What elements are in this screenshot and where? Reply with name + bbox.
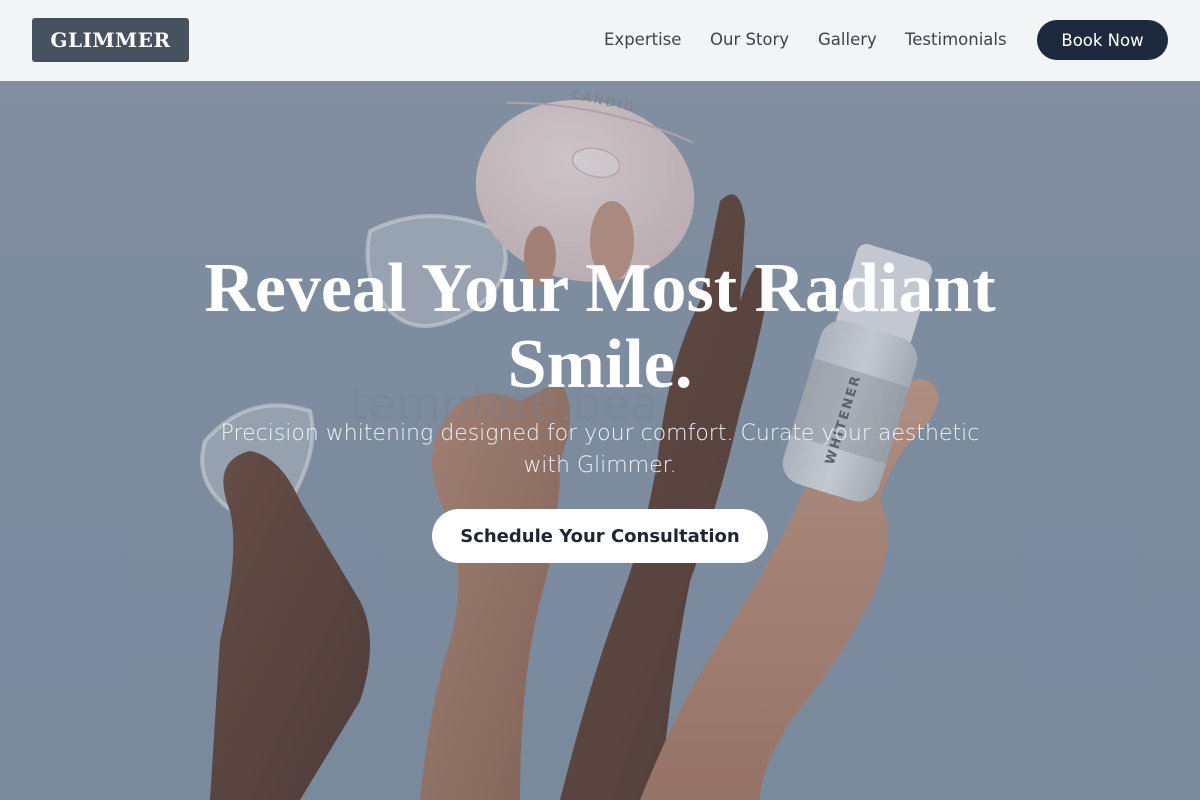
nav-testimonials[interactable]: Testimonials [905, 30, 1007, 49]
hero-section: CANDID WHITENER template.bea Reveal Your… [0, 81, 1200, 800]
nav-expertise[interactable]: Expertise [604, 30, 681, 49]
headline-line-2: Smile. [507, 326, 693, 403]
book-now-button[interactable]: Book Now [1037, 20, 1168, 60]
hero-subtitle: Precision whitening designed for your co… [180, 418, 1020, 482]
subtitle-line-2: with Glimmer. [523, 453, 677, 478]
nav-our-story[interactable]: Our Story [710, 30, 789, 49]
site-header: GLIMMER Expertise Our Story Gallery Test… [0, 0, 1200, 81]
nav-gallery[interactable]: Gallery [818, 30, 877, 49]
subtitle-line-1: Precision whitening designed for your co… [220, 421, 980, 446]
logo[interactable]: GLIMMER [32, 18, 189, 62]
headline-line-1: Reveal Your Most Radiant [204, 250, 996, 327]
schedule-consultation-button[interactable]: Schedule Your Consultation [432, 509, 768, 563]
hero-headline: Reveal Your Most Radiant Smile. [100, 251, 1100, 403]
